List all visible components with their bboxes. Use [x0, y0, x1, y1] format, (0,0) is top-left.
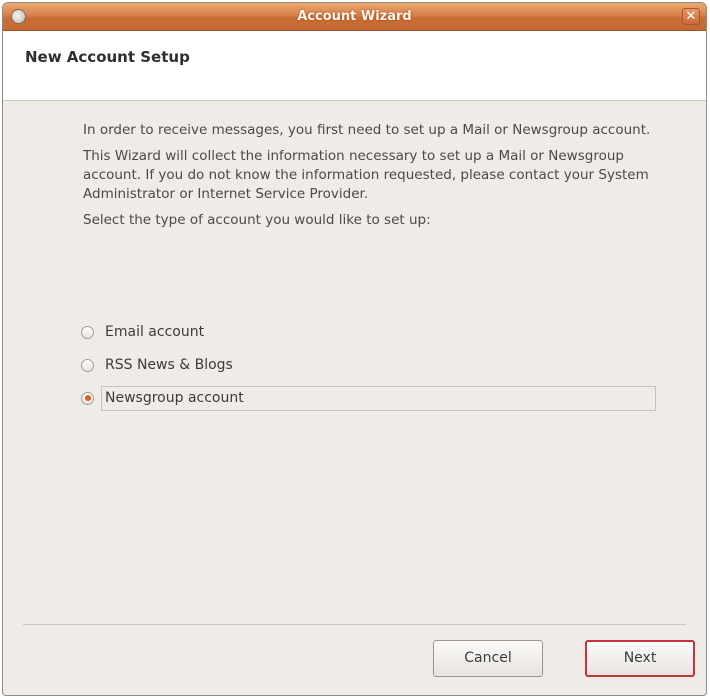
info-paragraph: This Wizard will collect the information…	[83, 148, 649, 202]
select-prompt: Select the type of account you would lik…	[83, 212, 431, 228]
wizard-header: New Account Setup	[3, 31, 706, 101]
close-icon[interactable]: ✕	[682, 8, 700, 25]
next-button[interactable]: Next	[585, 640, 695, 677]
radio-email-account[interactable]: Email account	[81, 319, 208, 345]
radio-label-email[interactable]: Email account	[101, 322, 208, 342]
title-bar[interactable]: Account Wizard ✕	[3, 3, 706, 31]
radio-button-selected[interactable]	[81, 391, 94, 405]
radio-button[interactable]	[81, 358, 94, 372]
intro-paragraph: In order to receive messages, you first …	[83, 122, 651, 138]
radio-rss-news-blogs[interactable]: RSS News & Blogs	[81, 352, 237, 378]
wizard-description: In order to receive messages, you first …	[83, 121, 663, 237]
account-wizard-window: Account Wizard ✕ New Account Setup In or…	[2, 2, 707, 696]
radio-label-rss[interactable]: RSS News & Blogs	[101, 355, 237, 375]
footer-divider	[23, 624, 686, 625]
radio-button[interactable]	[81, 325, 94, 339]
radio-newsgroup-account[interactable]: Newsgroup account	[81, 385, 656, 411]
window-title: Account Wizard	[297, 9, 412, 24]
radio-label-newsgroup[interactable]: Newsgroup account	[101, 385, 656, 411]
page-title: New Account Setup	[25, 48, 190, 66]
cancel-button[interactable]: Cancel	[433, 640, 543, 677]
